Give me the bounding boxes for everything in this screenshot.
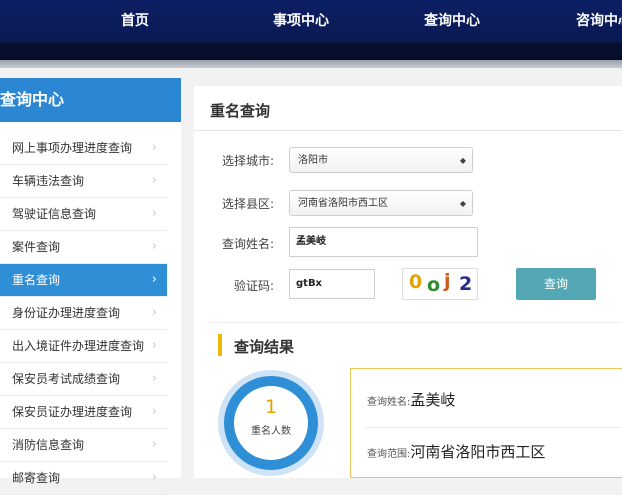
- duplicate-count: 1: [264, 396, 278, 418]
- page-title: 重名查询: [210, 102, 271, 120]
- result-accent-bar: [218, 334, 222, 356]
- city-label: 选择城市:: [221, 154, 274, 168]
- nav-query-center[interactable]: 查询中心: [424, 10, 480, 30]
- result-details: 查询姓名:孟美岐 查询范围:河南省洛阳市西工区: [350, 368, 622, 478]
- result-name-value: 孟美岐: [410, 391, 456, 409]
- sidebar-title: 查询中心: [0, 78, 181, 122]
- sidebar: 查询中心 网上事项办理进度查询 › 车辆违法查询 › 驾驶证信息查询 › 案件查询 › …: [0, 78, 181, 495]
- nav-consult-center[interactable]: 咨询中心: [576, 10, 622, 30]
- district-select-value: 河南省洛阳市西工区: [298, 198, 388, 209]
- sidebar-item-label: 邮寄查询: [12, 471, 61, 485]
- chevron-right-icon: ›: [151, 305, 157, 320]
- count-inner: 1 重名人数: [234, 386, 308, 460]
- captcha-char: o: [427, 274, 441, 296]
- district-select[interactable]: 河南省洛阳市西工区 ◆: [289, 190, 473, 216]
- duplicate-count-badge: 1 重名人数: [218, 370, 324, 476]
- sidebar-item-case[interactable]: 案件查询 ›: [0, 231, 167, 264]
- chevron-right-icon: ›: [151, 338, 157, 353]
- city-select[interactable]: 洛阳市 ◆: [289, 147, 473, 173]
- sidebar-item-label: 消防信息查询: [12, 438, 85, 452]
- nav-home[interactable]: 首页: [121, 10, 149, 30]
- district-label: 选择县区:: [221, 197, 274, 211]
- captcha-char: 2: [459, 273, 473, 295]
- result-name-label: 查询姓名:: [367, 397, 411, 408]
- sidebar-item-security-exam[interactable]: 保安员考试成绩查询 ›: [0, 363, 167, 396]
- sidebar-item-label: 身份证办理进度查询: [12, 306, 121, 320]
- result-title: 查询结果: [234, 338, 295, 356]
- sidebar-item-label: 网上事项办理进度查询: [12, 141, 133, 155]
- sidebar-item-online-progress[interactable]: 网上事项办理进度查询 ›: [0, 132, 167, 165]
- chevron-right-icon: ›: [151, 371, 157, 386]
- sidebar-menu: 网上事项办理进度查询 › 车辆违法查询 › 驾驶证信息查询 › 案件查询 › 重名查询 ›…: [0, 132, 181, 495]
- captcha-image[interactable]: 0 o j 2: [402, 268, 478, 300]
- select-arrows-icon: ◆: [459, 199, 466, 208]
- chevron-right-icon: ›: [151, 404, 157, 419]
- sidebar-item-duplicate-name[interactable]: 重名查询 ›: [0, 264, 167, 297]
- nav-matters-center[interactable]: 事项中心: [273, 10, 329, 30]
- sidebar-item-security-cert[interactable]: 保安员证办理进度查询 ›: [0, 396, 167, 429]
- sidebar-item-label: 案件查询: [12, 240, 61, 254]
- top-nav: 首页 事项中心 查询中心 咨询中心: [0, 0, 622, 60]
- sidebar-item-label: 驾驶证信息查询: [12, 207, 97, 221]
- captcha-char: j: [444, 270, 451, 292]
- sidebar-item-fire-info[interactable]: 消防信息查询 ›: [0, 429, 167, 462]
- sidebar-item-id-card-progress[interactable]: 身份证办理进度查询 ›: [0, 297, 167, 330]
- result-scope-row: 查询范围:河南省洛阳市西工区: [367, 441, 545, 462]
- select-arrows-icon: ◆: [459, 156, 466, 165]
- sidebar-item-label: 保安员证办理进度查询: [12, 405, 133, 419]
- chevron-right-icon: ›: [151, 173, 157, 188]
- duplicate-count-label: 重名人数: [251, 426, 291, 437]
- captcha-label: 验证码:: [233, 279, 274, 293]
- result-scope-value: 河南省洛阳市西工区: [410, 443, 546, 461]
- city-select-value: 洛阳市: [298, 155, 328, 166]
- query-button[interactable]: 查询: [516, 268, 596, 300]
- chevron-right-icon: ›: [151, 470, 157, 485]
- chevron-right-icon: ›: [151, 239, 157, 254]
- name-label: 查询姓名:: [221, 237, 274, 251]
- chevron-right-icon: ›: [151, 140, 157, 155]
- count-ring: 1 重名人数: [224, 376, 318, 470]
- sidebar-item-driver-license[interactable]: 驾驶证信息查询 ›: [0, 198, 167, 231]
- captcha-char: 0: [409, 271, 423, 293]
- chevron-right-icon: ›: [151, 437, 157, 452]
- title-divider: [194, 130, 622, 131]
- main-panel: 重名查询 选择城市: 洛阳市 ◆ 选择县区: 河南省洛阳市西工区 ◆ 查询姓名:…: [194, 86, 622, 478]
- sidebar-item-exit-entry-progress[interactable]: 出入境证件办理进度查询 ›: [0, 330, 167, 363]
- sidebar-item-label: 出入境证件办理进度查询: [12, 339, 145, 353]
- nav-bottom-strip: [0, 42, 622, 60]
- result-scope-label: 查询范围:: [367, 449, 411, 460]
- captcha-input[interactable]: gtBx: [289, 269, 375, 299]
- sidebar-item-vehicle-violation[interactable]: 车辆违法查询 ›: [0, 165, 167, 198]
- sidebar-item-label: 保安员考试成绩查询: [12, 372, 121, 386]
- result-name-row: 查询姓名:孟美岐: [367, 389, 455, 410]
- chevron-right-icon: ›: [151, 206, 157, 221]
- result-divider: [206, 322, 622, 323]
- chevron-right-icon: ›: [151, 272, 157, 287]
- sidebar-item-mail[interactable]: 邮寄查询 ›: [0, 462, 167, 495]
- result-row-divider: [365, 427, 622, 428]
- name-input[interactable]: 孟美岐: [289, 227, 478, 257]
- sidebar-item-label: 车辆违法查询: [12, 174, 85, 188]
- header-divider-bar: [0, 60, 622, 68]
- sidebar-item-label: 重名查询: [12, 273, 61, 287]
